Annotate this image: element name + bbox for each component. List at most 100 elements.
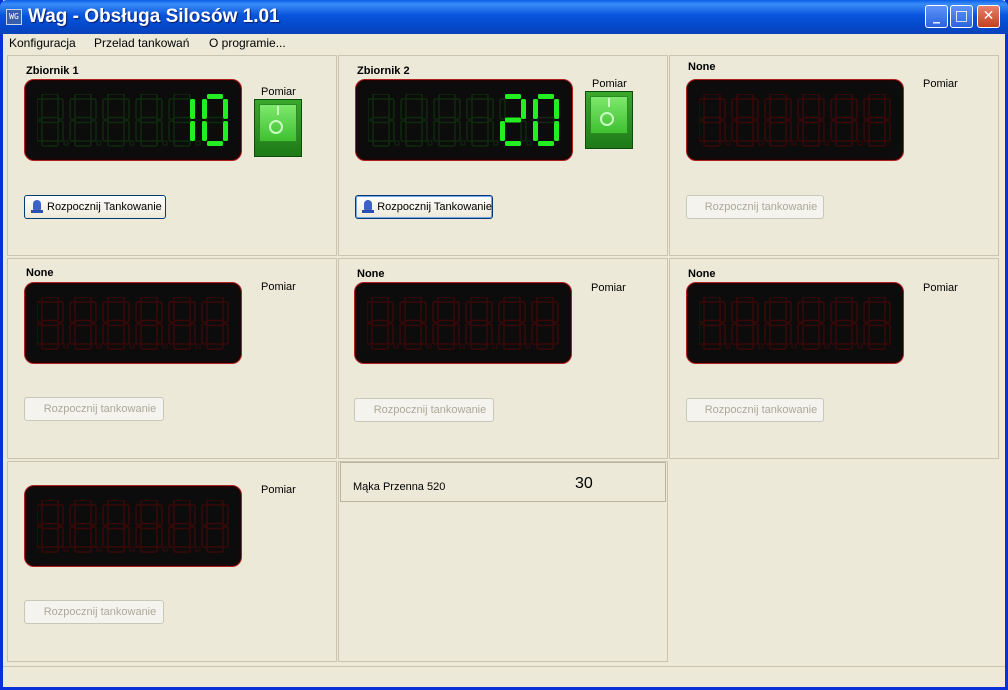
lcd-segment xyxy=(421,98,428,120)
start-refuel-button[interactable]: Rozpocznij Tankowanie xyxy=(24,195,166,219)
lcd-segment xyxy=(404,319,422,327)
start-refuel-button[interactable]: Rozpocznij tankowanie xyxy=(686,398,824,422)
lcd-segment xyxy=(519,323,526,345)
lcd-segment xyxy=(107,343,125,350)
menu-o-programie[interactable]: O programie... xyxy=(209,36,286,50)
lcd-segment xyxy=(471,94,489,100)
lcd-display xyxy=(354,282,572,364)
lcd-segment xyxy=(736,343,754,350)
measurement-switch[interactable] xyxy=(254,99,302,157)
power-off-icon xyxy=(600,112,614,126)
lcd-segment xyxy=(453,301,460,323)
lcd-segment xyxy=(173,500,191,506)
lcd-segment xyxy=(736,116,754,124)
lcd-segment xyxy=(69,504,76,526)
lcd-segment xyxy=(505,94,521,99)
lcd-segment xyxy=(74,94,92,100)
lcd-decimal-point xyxy=(526,140,532,146)
lcd-segment xyxy=(156,504,163,526)
lcd-segment xyxy=(168,526,175,548)
lcd-segment xyxy=(57,504,64,526)
lcd-segment xyxy=(470,319,488,327)
power-off-icon xyxy=(269,120,283,134)
lcd-decimal-point xyxy=(63,546,69,552)
lcd-segment xyxy=(156,301,163,323)
lcd-segment xyxy=(102,504,109,526)
lcd-segment xyxy=(531,323,538,345)
lcd-segment xyxy=(818,301,825,323)
lcd-segment xyxy=(206,297,224,303)
start-refuel-button[interactable]: Rozpocznij tankowanie xyxy=(354,398,494,422)
lcd-decimal-point xyxy=(129,140,135,146)
tank-panel-6: None Pomiar Rozpocznij tankowanie xyxy=(669,258,999,459)
product-value: 30 xyxy=(575,475,593,492)
lcd-segment xyxy=(189,504,196,526)
button-label: Rozpocznij tankowanie xyxy=(704,201,818,213)
lcd-segment xyxy=(503,343,521,350)
lcd-decimal-point xyxy=(791,343,797,349)
lcd-segment xyxy=(222,504,229,526)
lcd-segment xyxy=(554,121,559,141)
lcd-segment xyxy=(201,504,208,526)
lcd-decimal-point xyxy=(96,140,102,146)
lcd-segment xyxy=(168,504,175,526)
start-refuel-button[interactable]: Rozpocznij tankowanie xyxy=(686,195,824,219)
lcd-segment xyxy=(156,323,163,345)
pomiar-label: Pomiar xyxy=(261,484,296,496)
lcd-segment xyxy=(173,116,191,124)
lcd-segment xyxy=(69,526,76,548)
close-button[interactable]: ✕ xyxy=(977,5,1000,28)
lcd-segment xyxy=(433,120,440,142)
measurement-switch[interactable] xyxy=(585,91,633,149)
menu-konfiguracja[interactable]: Konfiguracja xyxy=(9,36,76,50)
lcd-segment xyxy=(123,504,130,526)
lcd-display xyxy=(355,79,573,161)
start-refuel-button[interactable]: Rozpocznij Tankowanie xyxy=(355,195,493,219)
lcd-segment xyxy=(206,116,224,124)
lcd-decimal-point xyxy=(824,140,830,146)
minimize-button[interactable]: _ xyxy=(925,5,948,28)
lcd-segment xyxy=(699,120,705,142)
lcd-segment xyxy=(465,301,472,323)
lcd-segment xyxy=(107,500,125,506)
lcd-segment xyxy=(201,526,208,548)
lcd-segment xyxy=(368,98,374,120)
lcd-segment xyxy=(37,504,43,526)
lcd-segment xyxy=(90,504,97,526)
title-bar[interactable]: WG Wag - Obsługa Silosów 1.01 _ □ ✕ xyxy=(0,0,1008,34)
start-refuel-button[interactable]: Rozpocznij tankowanie xyxy=(24,600,164,624)
lcd-segment xyxy=(107,522,125,530)
lcd-segment xyxy=(703,343,721,350)
lcd-segment xyxy=(107,546,125,553)
start-refuel-button[interactable]: Rozpocznij tankowanie xyxy=(24,397,164,421)
lcd-segment xyxy=(388,98,395,120)
menu-przelad-tankowan[interactable]: Przelad tankowań xyxy=(94,36,189,50)
panel-title: Zbiornik 2 xyxy=(357,65,410,77)
app-icon[interactable]: WG xyxy=(6,9,22,25)
lcd-segment xyxy=(736,94,754,100)
lcd-segment xyxy=(372,94,390,100)
lcd-decimal-point xyxy=(857,140,863,146)
lcd-segment xyxy=(37,120,43,142)
lcd-segment xyxy=(453,323,460,345)
lcd-segment xyxy=(531,301,538,323)
lcd-segment xyxy=(135,504,142,526)
lcd-segment xyxy=(420,323,427,345)
lcd-segment xyxy=(487,120,494,142)
app-window: WG Wag - Obsługa Silosów 1.01 _ □ ✕ Konf… xyxy=(0,0,1008,690)
maximize-button[interactable]: □ xyxy=(950,5,973,28)
lcd-segment xyxy=(372,116,390,124)
lcd-segment xyxy=(703,297,721,303)
lcd-segment xyxy=(884,120,891,142)
lcd-segment xyxy=(107,116,125,124)
lcd-segment xyxy=(74,116,92,124)
button-label: Rozpocznij tankowanie xyxy=(43,403,157,415)
lcd-segment xyxy=(57,526,64,548)
pomiar-label: Pomiar xyxy=(591,282,626,294)
lcd-decimal-point xyxy=(195,140,201,146)
lcd-segment xyxy=(797,323,804,345)
lcd-segment xyxy=(387,301,394,323)
lcd-segment xyxy=(699,301,705,323)
lcd-segment xyxy=(107,319,125,327)
lcd-segment xyxy=(699,323,705,345)
